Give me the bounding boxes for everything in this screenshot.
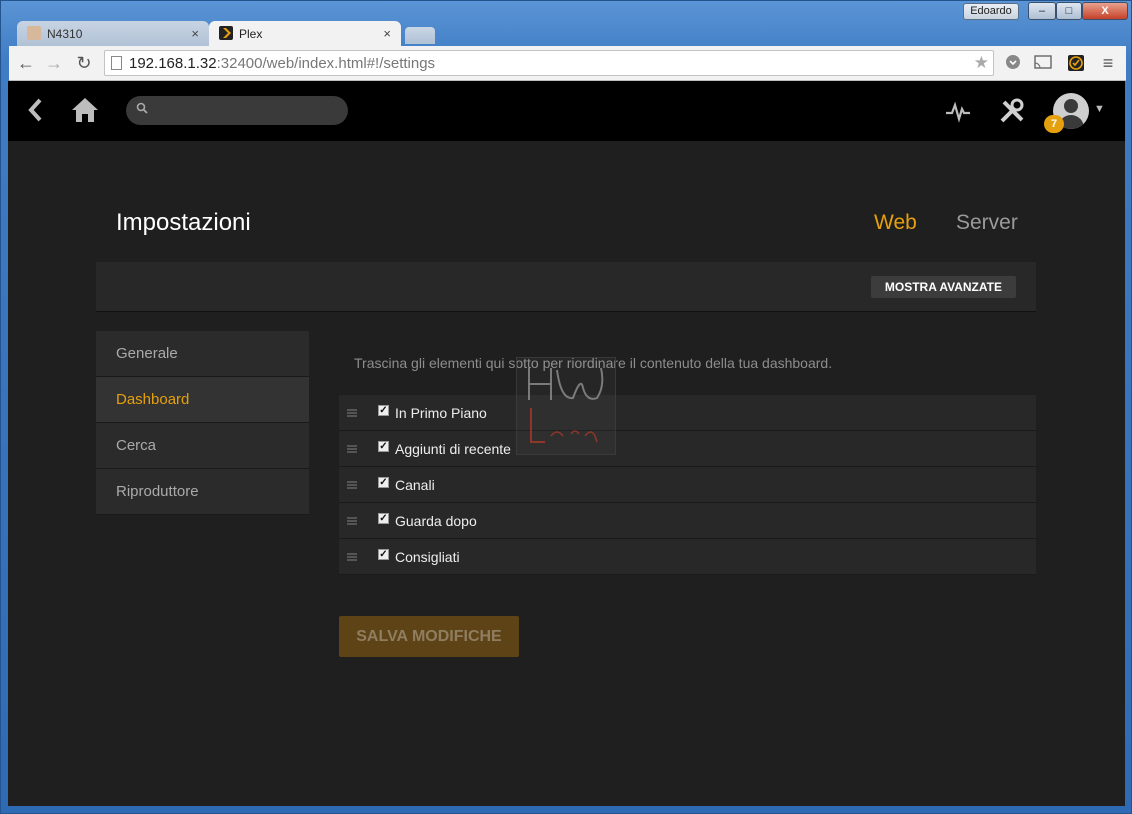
tab-server[interactable]: Server [956,211,1018,235]
chevron-down-icon[interactable]: ▼ [1094,103,1105,115]
close-window-button[interactable]: X [1082,2,1128,20]
tab-n4310[interactable]: N4310 × [17,21,209,46]
sidebar-item-riproduttore[interactable]: Riproduttore [96,469,309,515]
list-item[interactable]: ✓ Canali [339,467,1036,503]
maximize-button[interactable]: □ [1056,2,1082,20]
search-input[interactable] [126,96,348,125]
sidebar-item-dashboard[interactable]: Dashboard [96,377,309,423]
activity-icon[interactable] [944,97,972,125]
list-item[interactable]: ✓ Guarda dopo [339,503,1036,539]
dashboard-item-list: ✓ In Primo Piano ✓ Aggiunti di recente ✓… [339,395,1036,575]
forward-button[interactable]: → [43,52,65,74]
address-bar[interactable]: 192.168.1.32:32400/web/index.html#!/sett… [104,50,994,76]
save-changes-button[interactable]: SALVA MODIFICHE [339,616,519,657]
hw-legend-watermark-logo [516,357,616,455]
list-item-label: Guarda dopo [395,513,477,529]
plex-favicon-icon [219,26,233,40]
tab-title: Plex [239,27,263,41]
home-icon[interactable] [70,95,100,125]
list-item[interactable]: ✓ Aggiunti di recente [339,431,1036,467]
drag-handle-icon[interactable] [347,517,357,525]
cast-icon[interactable] [1034,54,1052,72]
tab-plex[interactable]: Plex × [209,21,401,46]
close-tab-icon[interactable]: × [383,26,391,41]
search-icon [136,102,148,117]
checkbox[interactable]: ✓ [378,477,389,488]
back-arrow-icon[interactable] [26,95,44,132]
sidebar-item-generale[interactable]: Generale [96,331,309,377]
browser-menu-icon[interactable]: ≡ [1099,54,1117,72]
plex-topbar: 7 ▼ [8,81,1125,141]
page-title: Impostazioni [116,209,251,236]
checkbox[interactable]: ✓ [378,441,389,452]
browser-toolbar: ← → ↻ 192.168.1.32:32400/web/index.html#… [9,46,1126,81]
list-item-label: Aggiunti di recente [395,441,511,457]
user-favicon-icon [27,26,41,40]
drag-handle-icon[interactable] [347,481,357,489]
extension-shield-icon[interactable] [1004,54,1022,72]
drag-handle-icon[interactable] [347,553,357,561]
new-tab-button[interactable] [405,27,435,44]
list-item[interactable]: ✓ Consigliati [339,539,1036,575]
window-user-label: Edoardo [963,3,1019,20]
back-button[interactable]: ← [15,52,37,74]
extension-check-icon[interactable] [1067,54,1085,72]
checkbox[interactable]: ✓ [378,549,389,560]
close-tab-icon[interactable]: × [191,26,199,41]
settings-header-bar: MOSTRA AVANZATE [96,262,1036,312]
tab-web[interactable]: Web [874,211,917,235]
notification-badge: 7 [1044,115,1064,133]
tab-title: N4310 [47,27,83,41]
page-icon [111,56,122,70]
reload-button[interactable]: ↻ [73,52,95,74]
list-item-label: Canali [395,477,435,493]
url-path: :32400/web/index.html#!/settings [216,55,436,72]
drag-handle-icon[interactable] [347,445,357,453]
checkbox[interactable]: ✓ [378,405,389,416]
plex-app: 7 ▼ Impostazioni Web Server MOSTRA AVANZ… [8,81,1125,806]
show-advanced-button[interactable]: MOSTRA AVANZATE [870,276,1016,298]
checkbox[interactable]: ✓ [378,513,389,524]
drag-handle-icon[interactable] [347,409,357,417]
bookmark-star-icon[interactable]: ★ [974,53,989,73]
list-item-label: In Primo Piano [395,405,487,421]
url-host: 192.168.1.32 [129,55,217,72]
settings-sidebar: Generale Dashboard Cerca Riproduttore [96,331,309,515]
minimize-button[interactable]: – [1028,2,1056,20]
list-item[interactable]: ✓ In Primo Piano [339,395,1036,431]
sidebar-item-cerca[interactable]: Cerca [96,423,309,469]
settings-tools-icon[interactable] [998,97,1026,125]
list-item-label: Consigliati [395,549,460,565]
